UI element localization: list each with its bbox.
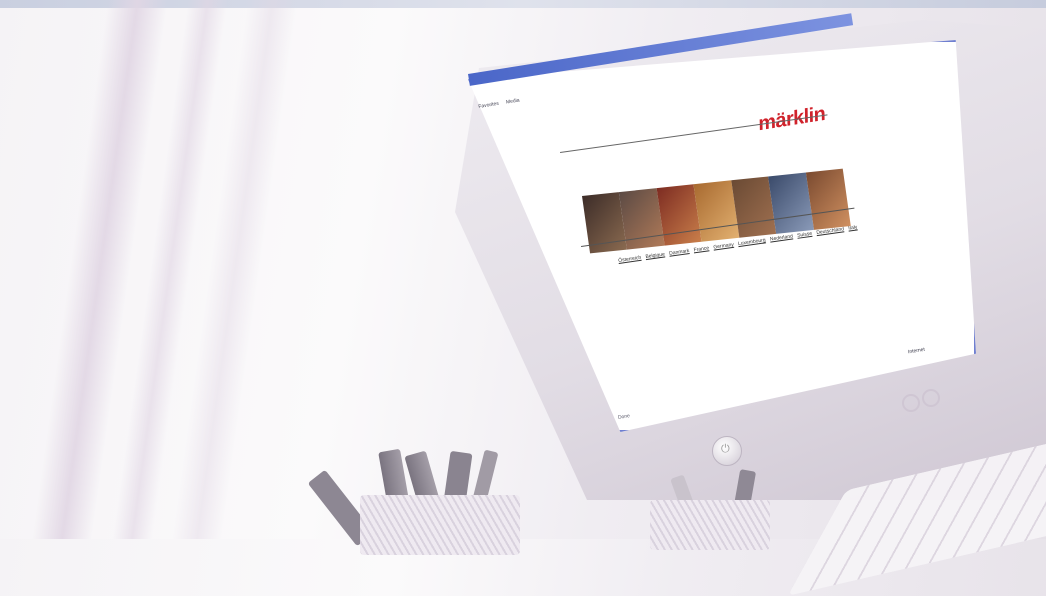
pen-holder — [650, 500, 770, 550]
indicator-light — [922, 389, 940, 407]
country-link[interactable]: Suisse — [797, 231, 813, 239]
country-link[interactable]: Luxembourg — [738, 237, 766, 247]
country-link[interactable]: France — [693, 245, 709, 253]
browser-content: Favorites Media märklin Österreich Belgi… — [468, 13, 976, 432]
country-link[interactable]: Danmark — [669, 248, 690, 257]
power-button-icon[interactable] — [712, 436, 742, 466]
indicator-light — [902, 394, 920, 412]
status-text: Done — [617, 413, 631, 421]
pen-holder — [360, 495, 520, 555]
collage-photo — [805, 168, 851, 230]
toolbar-favorites[interactable]: Favorites — [478, 101, 499, 110]
country-link[interactable]: Nederland — [770, 233, 794, 242]
country-link[interactable]: Italy — [848, 224, 858, 231]
country-link[interactable]: Germany — [713, 242, 734, 251]
country-link[interactable]: Österreich — [618, 255, 642, 264]
divider — [560, 114, 828, 153]
country-link[interactable]: Belgique — [645, 251, 665, 260]
status-zone: Internet — [907, 346, 926, 356]
toolbar-media[interactable]: Media — [506, 97, 520, 105]
